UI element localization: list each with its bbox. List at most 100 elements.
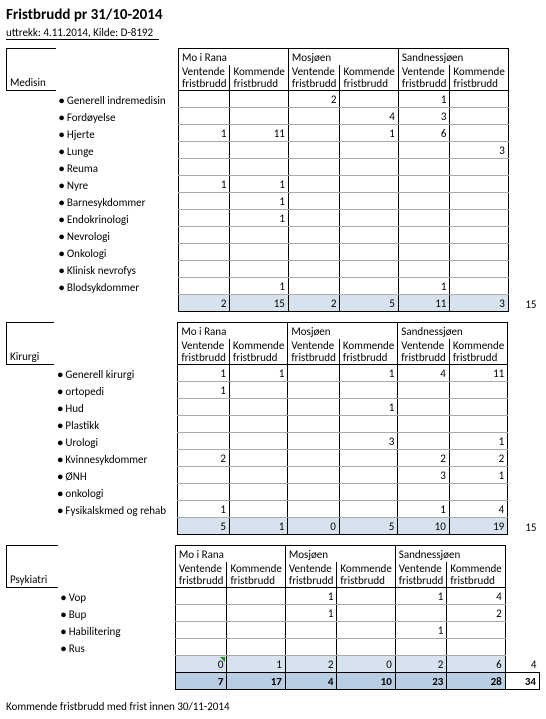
cell: 1 bbox=[230, 193, 288, 210]
cell: 4 bbox=[449, 501, 507, 518]
cell bbox=[178, 193, 230, 210]
subtotal-cell: 15 bbox=[230, 295, 288, 312]
table-row: Generell kirurgi111411 bbox=[7, 365, 540, 382]
cell bbox=[229, 416, 287, 433]
cell: 3 bbox=[398, 467, 450, 484]
subtotal-cell: 2 bbox=[395, 656, 447, 673]
cell bbox=[398, 484, 450, 501]
table-row: Kvinnesykdommer222 bbox=[7, 450, 540, 467]
table-row: ØNH31 bbox=[7, 467, 540, 484]
cell: 1 bbox=[339, 365, 397, 382]
col-kommende: Kommendefristbrudd bbox=[229, 339, 287, 365]
table-row: Vop114 bbox=[7, 588, 540, 605]
cell: 1 bbox=[230, 176, 288, 193]
row-label: ØNH bbox=[54, 467, 177, 484]
cell bbox=[340, 193, 398, 210]
table-row: Rus bbox=[7, 639, 540, 656]
cell bbox=[340, 210, 398, 227]
cell bbox=[285, 639, 337, 656]
cell bbox=[288, 244, 340, 261]
subtotal-cell: 1 bbox=[227, 656, 285, 673]
cell bbox=[288, 142, 340, 159]
cell bbox=[178, 399, 230, 416]
cell bbox=[229, 501, 287, 518]
subtotal-cell: 10 bbox=[398, 518, 450, 535]
cell bbox=[288, 484, 340, 501]
col-ventende: Ventendefristbrudd bbox=[285, 562, 337, 588]
cell bbox=[449, 399, 507, 416]
cell bbox=[178, 210, 230, 227]
cell: 4 bbox=[340, 108, 398, 125]
table-row: Onkologi bbox=[7, 244, 540, 261]
col-kommende: Kommendefristbrudd bbox=[227, 562, 285, 588]
section-psykiatri: Mo i RanaMosjøenSandnessjøenPsykiatriVen… bbox=[6, 545, 540, 690]
cell bbox=[337, 622, 395, 639]
cell bbox=[398, 433, 450, 450]
table-row: Bup12 bbox=[7, 605, 540, 622]
row-label: Generell kirurgi bbox=[54, 365, 177, 382]
row-label: Plastikk bbox=[54, 416, 177, 433]
cell bbox=[288, 193, 340, 210]
cell bbox=[230, 91, 288, 108]
cell: 1 bbox=[178, 501, 230, 518]
table-row: Blodsykdommer11 bbox=[7, 278, 540, 295]
subtotal-cell: 2 bbox=[178, 295, 230, 312]
table-row: Hjerte11116 bbox=[7, 125, 540, 142]
grand-cell: 4 bbox=[285, 673, 337, 690]
cell bbox=[398, 142, 450, 159]
cell bbox=[229, 433, 287, 450]
cell bbox=[450, 244, 508, 261]
cell bbox=[450, 91, 508, 108]
row-label: Onkologi bbox=[56, 244, 179, 261]
cell bbox=[337, 639, 395, 656]
cell bbox=[288, 278, 340, 295]
region-header: Sandnessjøen bbox=[398, 49, 508, 66]
cell: 2 bbox=[178, 450, 230, 467]
cell: 11 bbox=[449, 365, 507, 382]
cell: 2 bbox=[447, 605, 505, 622]
subtotal-cell: 5 bbox=[340, 295, 398, 312]
cell bbox=[288, 125, 340, 142]
subtotal-cell: 19 bbox=[449, 518, 507, 535]
cell bbox=[449, 382, 507, 399]
cell bbox=[340, 227, 398, 244]
section-label: Psykiatri bbox=[7, 562, 58, 588]
cell bbox=[288, 467, 340, 484]
cell: 1 bbox=[178, 365, 230, 382]
row-label: Reuma bbox=[56, 159, 179, 176]
col-kommende: Kommendefristbrudd bbox=[340, 65, 398, 91]
row-label: Nevrologi bbox=[56, 227, 179, 244]
cell: 1 bbox=[398, 91, 450, 108]
grand-cell: 7 bbox=[175, 673, 227, 690]
cell bbox=[340, 244, 398, 261]
cell bbox=[339, 501, 397, 518]
cell bbox=[230, 244, 288, 261]
col-ventende: Ventendefristbrudd bbox=[398, 339, 450, 365]
cell: 4 bbox=[447, 588, 505, 605]
row-label: Urologi bbox=[54, 433, 177, 450]
cell bbox=[288, 416, 340, 433]
cell bbox=[178, 278, 230, 295]
cell bbox=[339, 450, 397, 467]
cell bbox=[288, 433, 340, 450]
cell bbox=[229, 484, 287, 501]
page-title: Fristbrudd pr 31/10-2014 bbox=[6, 6, 540, 24]
cell bbox=[288, 108, 340, 125]
cell bbox=[398, 210, 450, 227]
cell bbox=[337, 588, 395, 605]
cell bbox=[450, 108, 508, 125]
cell bbox=[450, 125, 508, 142]
cell bbox=[288, 227, 340, 244]
grand-total-row: 717410232834 bbox=[7, 673, 540, 690]
col-kommende: Kommendefristbrudd bbox=[447, 562, 505, 588]
row-label: Lunge bbox=[56, 142, 179, 159]
row-label: Hud bbox=[54, 399, 177, 416]
cell bbox=[288, 176, 340, 193]
table-row: onkologi bbox=[7, 484, 540, 501]
row-label: Endokrinologi bbox=[56, 210, 179, 227]
cell bbox=[398, 382, 450, 399]
cell bbox=[175, 605, 227, 622]
cell bbox=[339, 484, 397, 501]
cell bbox=[285, 622, 337, 639]
cell bbox=[227, 622, 285, 639]
